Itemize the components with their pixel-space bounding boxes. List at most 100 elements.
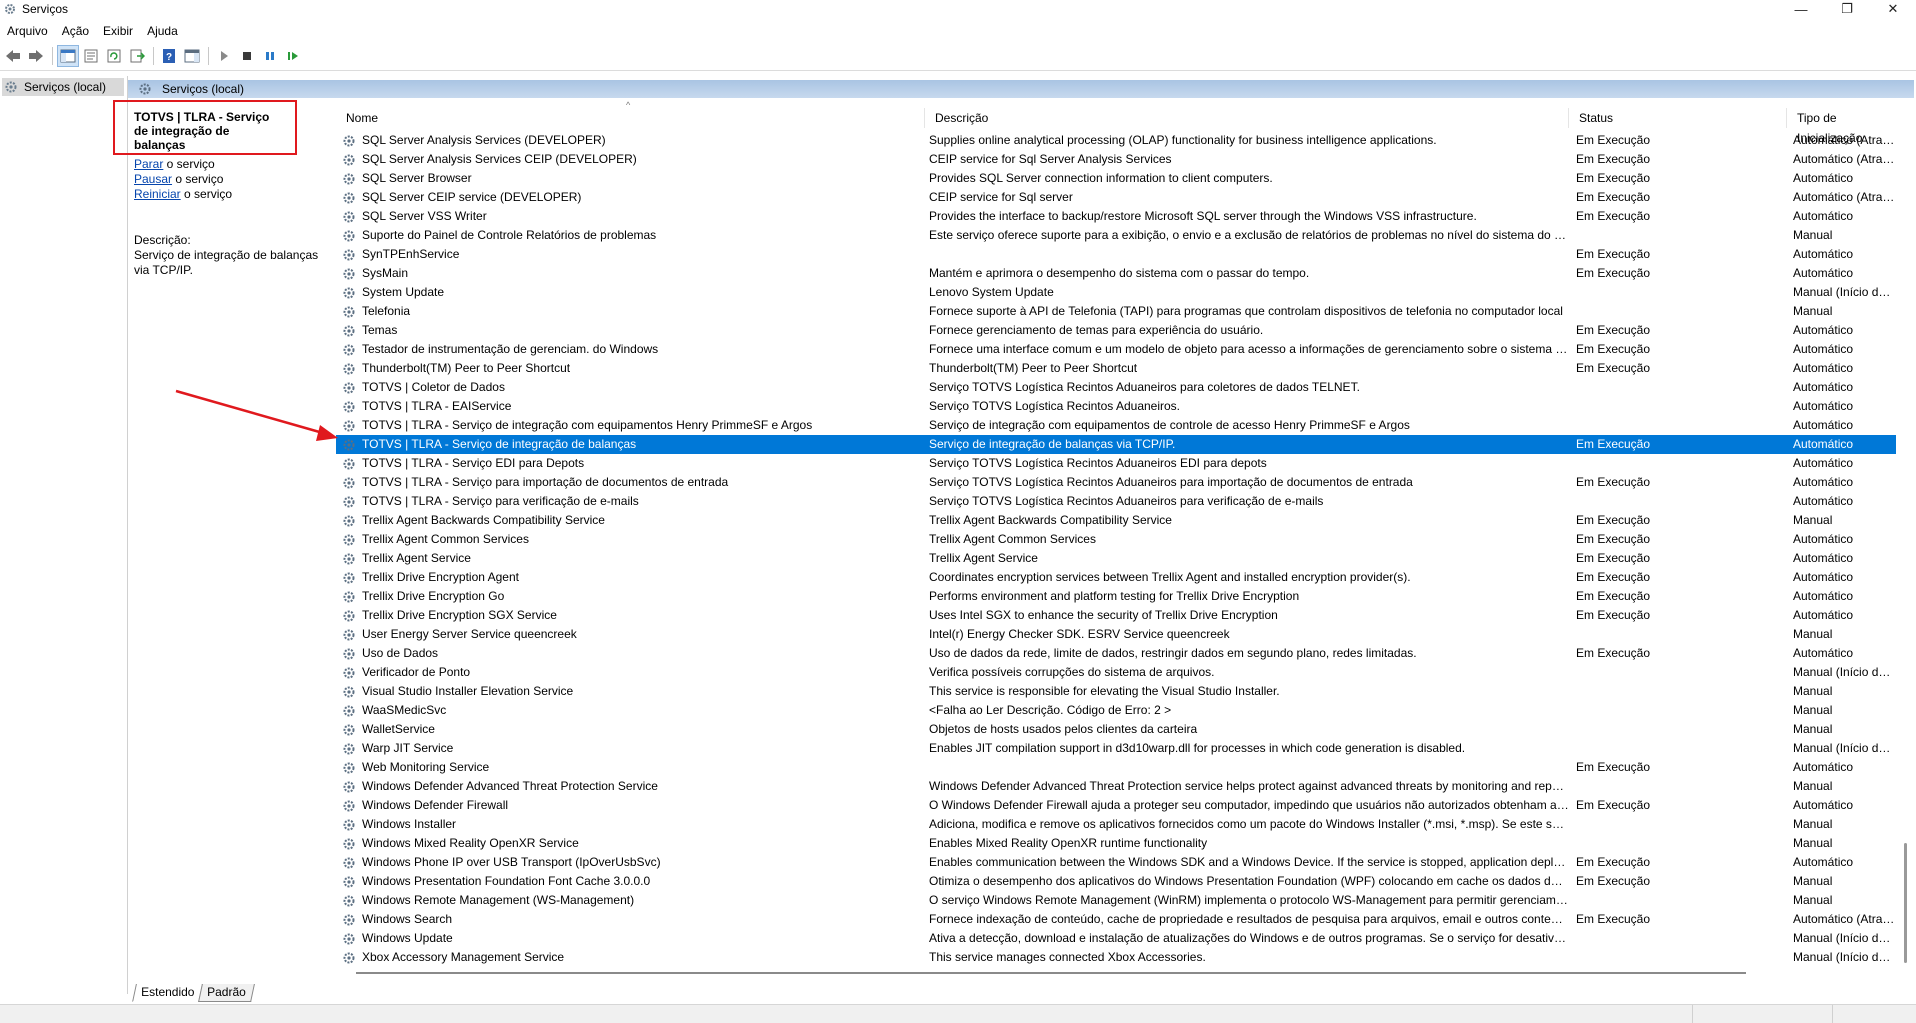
- table-row[interactable]: Warp JIT Service Enables JIT compilation …: [336, 739, 1896, 758]
- help-button[interactable]: ?: [158, 45, 180, 67]
- restart-service-button[interactable]: [282, 45, 304, 67]
- service-gear-icon: [342, 530, 358, 549]
- table-row[interactable]: TOTVS | TLRA - Serviço para verificação …: [336, 492, 1896, 511]
- refresh-button[interactable]: [103, 45, 125, 67]
- service-gear-icon: [342, 606, 358, 625]
- table-row[interactable]: Windows Remote Management (WS-Management…: [336, 891, 1896, 910]
- table-row[interactable]: Trellix Drive Encryption Agent Coordinate…: [336, 568, 1896, 587]
- tab-extended[interactable]: Estendido: [132, 984, 204, 1002]
- table-row[interactable]: TOTVS | TLRA - Serviço de integração de …: [336, 435, 1896, 454]
- table-row[interactable]: Windows Update Ativa a detecção, download…: [336, 929, 1896, 948]
- restart-service-link[interactable]: Reiniciar: [134, 187, 181, 201]
- service-gear-icon: [342, 929, 358, 948]
- service-status: Em Execução: [1576, 323, 1651, 337]
- column-header-status[interactable]: Status: [1568, 108, 1788, 128]
- tree-item-services-local[interactable]: Serviços (local): [2, 78, 124, 96]
- table-row[interactable]: SQL Server Analysis Services CEIP (DEVEL…: [336, 150, 1896, 169]
- forward-button[interactable]: [25, 45, 47, 67]
- vertical-scrollbar[interactable]: [1898, 98, 1914, 982]
- table-row[interactable]: SysMain Mantém e aprimora o desempenho do…: [336, 264, 1896, 283]
- menu-ajuda[interactable]: Ajuda: [140, 22, 185, 40]
- service-gear-icon: [342, 815, 358, 834]
- service-startup-type: Automático: [1793, 399, 1854, 413]
- pause-service-link[interactable]: Pausar: [134, 172, 172, 186]
- table-row[interactable]: Windows Installer Adiciona, modifica e re…: [336, 815, 1896, 834]
- table-row[interactable]: Xbox Accessory Management Service This se…: [336, 948, 1896, 967]
- service-status: Em Execução: [1576, 646, 1651, 660]
- table-row[interactable]: SQL Server Browser Provides SQL Server co…: [336, 169, 1896, 188]
- table-row[interactable]: Verificador de Ponto Verifica possíveis c…: [336, 663, 1896, 682]
- start-service-button[interactable]: [213, 45, 235, 67]
- pause-service-button[interactable]: [259, 45, 281, 67]
- menu-arquivo[interactable]: Arquivo: [0, 22, 55, 40]
- table-row[interactable]: WalletService Objetos de hosts usados pel…: [336, 720, 1896, 739]
- service-gear-icon: [342, 758, 358, 777]
- service-startup-type: Automático: [1793, 608, 1854, 622]
- service-gear-icon: [342, 169, 358, 188]
- table-row[interactable]: Thunderbolt(TM) Peer to Peer Shortcut Thu…: [336, 359, 1896, 378]
- table-row[interactable]: SQL Server CEIP service (DEVELOPER) CEIP …: [336, 188, 1896, 207]
- service-description: CEIP service for Sql Server Analysis Ser…: [929, 152, 1172, 166]
- window-title: Serviços: [22, 2, 69, 16]
- show-action-pane-button[interactable]: [181, 45, 203, 67]
- table-row[interactable]: TOTVS | TLRA - Serviço EDI para Depots Se…: [336, 454, 1896, 473]
- service-startup-type: Automático: [1793, 266, 1854, 280]
- table-row[interactable]: TOTVS | TLRA - Serviço de integração com…: [336, 416, 1896, 435]
- scrollbar-thumb[interactable]: [1904, 843, 1907, 963]
- minimize-button[interactable]: —: [1778, 0, 1824, 18]
- service-gear-icon: [342, 245, 358, 264]
- maximize-button[interactable]: ❐: [1824, 0, 1870, 18]
- table-row[interactable]: WaaSMedicSvc <Falha ao Ler Descrição. Cód…: [336, 701, 1896, 720]
- table-row[interactable]: Uso de Dados Uso de dados da rede, limite…: [336, 644, 1896, 663]
- restart-icon: [288, 52, 298, 60]
- service-gear-icon: [342, 910, 358, 929]
- table-row[interactable]: Windows Phone IP over USB Transport (IpO…: [336, 853, 1896, 872]
- service-gear-icon: [342, 511, 358, 530]
- show-console-tree-button[interactable]: [57, 45, 79, 67]
- table-row[interactable]: Windows Defender Advanced Threat Protect…: [336, 777, 1896, 796]
- tab-standard-label: Padrão: [207, 985, 247, 999]
- stop-service-button[interactable]: [236, 45, 258, 67]
- column-header-description[interactable]: Descrição: [924, 108, 1574, 128]
- properties-button[interactable]: [80, 45, 102, 67]
- menu-exibir[interactable]: Exibir: [96, 22, 140, 40]
- service-startup-type: Automático (Atrasado): [1793, 912, 1896, 926]
- table-row[interactable]: SQL Server Analysis Services (DEVELOPER)…: [336, 131, 1896, 150]
- service-name: Windows Presentation Foundation Font Cac…: [362, 874, 651, 888]
- table-row[interactable]: Windows Mixed Reality OpenXR Service Enab…: [336, 834, 1896, 853]
- table-row[interactable]: Trellix Agent Backwards Compatibility Se…: [336, 511, 1896, 530]
- column-header-name[interactable]: Nome: [336, 108, 924, 128]
- table-row[interactable]: Windows Search Fornece indexação de conte…: [336, 910, 1896, 929]
- table-row[interactable]: Telefonia Fornece suporte à API de Telefo…: [336, 302, 1896, 321]
- stop-service-link[interactable]: Parar: [134, 157, 163, 171]
- table-row[interactable]: TOTVS | Coletor de Dados Serviço TOTVS Lo…: [336, 378, 1896, 397]
- horizontal-scrollbar[interactable]: [356, 972, 1746, 974]
- table-row[interactable]: Suporte do Painel de Controle Relatórios…: [336, 226, 1896, 245]
- table-row[interactable]: System Update Lenovo System Update Manual …: [336, 283, 1896, 302]
- service-status: Em Execução: [1576, 247, 1651, 261]
- table-row[interactable]: SQL Server VSS Writer Provides the interf…: [336, 207, 1896, 226]
- service-name: Windows Phone IP over USB Transport (IpO…: [362, 855, 661, 869]
- table-row[interactable]: SynTPEnhService Em Execução Automático: [336, 245, 1896, 264]
- export-list-button[interactable]: [126, 45, 148, 67]
- table-row[interactable]: TOTVS | TLRA - Serviço para importação d…: [336, 473, 1896, 492]
- table-row[interactable]: Web Monitoring Service Em Execução Automát…: [336, 758, 1896, 777]
- table-row[interactable]: User Energy Server Service queencreek Int…: [336, 625, 1896, 644]
- table-row[interactable]: Trellix Drive Encryption Go Performs envi…: [336, 587, 1896, 606]
- table-row[interactable]: Testador de instrumentação de gerenciam.…: [336, 340, 1896, 359]
- service-status: Em Execução: [1576, 361, 1651, 375]
- table-row[interactable]: Trellix Agent Service Trellix Agent Servi…: [336, 549, 1896, 568]
- table-row[interactable]: Windows Presentation Foundation Font Cac…: [336, 872, 1896, 891]
- table-row[interactable]: Trellix Agent Common Services Trellix Age…: [336, 530, 1896, 549]
- menu-acao[interactable]: Ação: [55, 22, 96, 40]
- column-header-startup-type[interactable]: Tipo de Inicialização: [1786, 108, 1896, 145]
- table-row[interactable]: Trellix Drive Encryption SGX Service Uses…: [336, 606, 1896, 625]
- services-gear-icon: [4, 3, 16, 15]
- back-button[interactable]: [2, 45, 24, 67]
- table-row[interactable]: Windows Defender Firewall O Windows Defen…: [336, 796, 1896, 815]
- close-button[interactable]: ✕: [1870, 0, 1916, 18]
- table-row[interactable]: TOTVS | TLRA - EAIService Serviço TOTVS L…: [336, 397, 1896, 416]
- tab-standard[interactable]: Padrão: [198, 984, 255, 1002]
- table-row[interactable]: Visual Studio Installer Elevation Servic…: [336, 682, 1896, 701]
- table-row[interactable]: Temas Fornece gerenciamento de temas para…: [336, 321, 1896, 340]
